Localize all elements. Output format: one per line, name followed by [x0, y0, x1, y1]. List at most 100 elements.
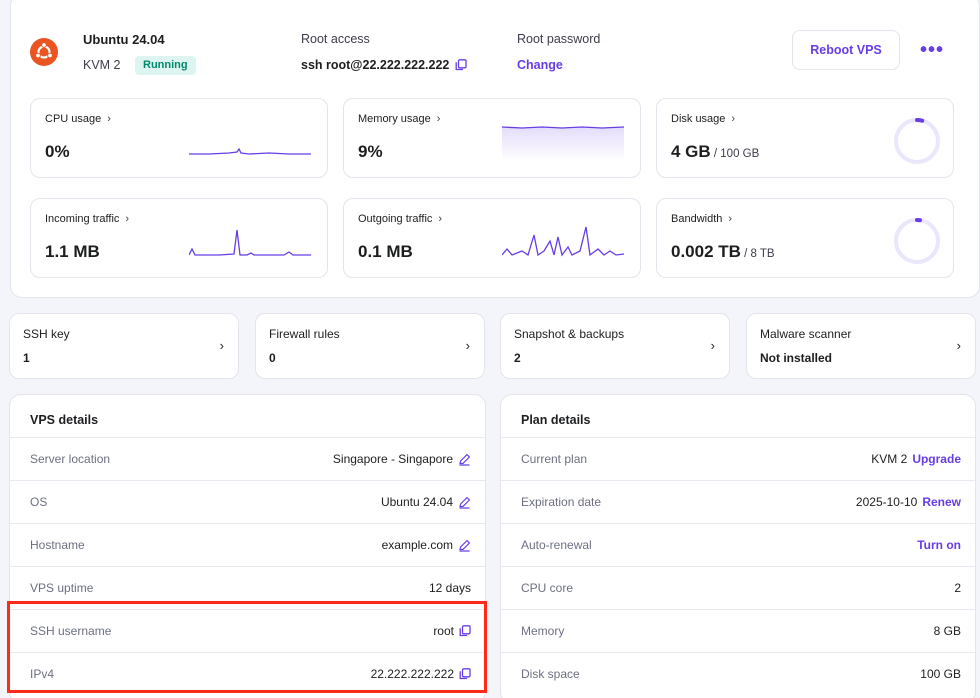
- cpu-sparkline: [189, 147, 311, 155]
- detail-row-server-location: Server location Singapore - Singapore: [10, 437, 485, 480]
- plan-value: KVM 2 Upgrade: [871, 452, 961, 466]
- plan-label: Auto-renewal: [521, 538, 592, 552]
- metric-outgoing-traffic[interactable]: Outgoing traffic › 0.1 MB: [343, 198, 641, 278]
- chevron-right-icon: ›: [465, 338, 470, 353]
- plan-row-cpu-core: CPU core 2: [501, 566, 975, 609]
- incoming-traffic-sparkline: [189, 229, 311, 256]
- quick-value: 2: [514, 351, 521, 365]
- chevron-right-icon: ›: [438, 213, 443, 225]
- plan-label: Disk space: [521, 667, 580, 681]
- memory-sparkline: [502, 126, 624, 161]
- edit-pencil-icon[interactable]: [458, 453, 471, 466]
- bandwidth-ring: [894, 218, 940, 264]
- renew-link[interactable]: Renew: [922, 495, 961, 509]
- plan-row-disk-space: Disk space 100 GB: [501, 652, 975, 695]
- plan-label: CPU core: [521, 581, 574, 595]
- more-options-icon[interactable]: •••: [912, 30, 952, 70]
- metric-label: Memory usage ›: [358, 113, 441, 125]
- plan-value: 2025-10-10 Renew: [855, 495, 961, 509]
- reboot-vps-button[interactable]: Reboot VPS: [792, 30, 900, 70]
- chevron-right-icon: ›: [219, 338, 224, 353]
- copy-icon[interactable]: [455, 59, 468, 71]
- detail-label: SSH username: [30, 624, 112, 638]
- os-name: Ubuntu 24.04: [83, 32, 165, 47]
- plan-label: Memory: [521, 624, 565, 638]
- metric-value: 0%: [45, 142, 70, 161]
- metric-cpu-usage[interactable]: CPU usage › 0%: [30, 98, 328, 178]
- chevron-right-icon: ›: [728, 213, 733, 225]
- plan-value: Turn on: [917, 538, 961, 552]
- ubuntu-logo-icon: [30, 38, 58, 66]
- chevron-right-icon: ›: [125, 213, 130, 225]
- quick-label: Malware scanner: [760, 327, 852, 341]
- metric-label: CPU usage ›: [45, 113, 111, 125]
- detail-row-os: OS Ubuntu 24.04: [10, 480, 485, 523]
- ssh-key-card[interactable]: SSH key 1 ›: [9, 313, 239, 379]
- detail-value: Ubuntu 24.04: [381, 495, 471, 509]
- metric-bandwidth[interactable]: Bandwidth › 0.002 TB / 8 TB: [656, 198, 954, 278]
- chevron-right-icon: ›: [107, 113, 111, 125]
- detail-label: OS: [30, 495, 48, 509]
- detail-row-ipv4: IPv4 22.222.222.222: [10, 652, 485, 695]
- detail-label: VPS uptime: [30, 581, 94, 595]
- copy-icon[interactable]: [459, 625, 471, 637]
- root-password-label: Root password: [517, 32, 601, 46]
- copy-icon[interactable]: [459, 668, 471, 680]
- metric-value: 0.002 TB / 8 TB: [671, 242, 775, 261]
- metric-disk-usage[interactable]: Disk usage › 4 GB / 100 GB: [656, 98, 954, 178]
- metric-incoming-traffic[interactable]: Incoming traffic › 1.1 MB: [30, 198, 328, 278]
- chevron-right-icon: ›: [956, 338, 961, 353]
- plan-details-title: Plan details: [521, 413, 591, 427]
- metric-memory-usage[interactable]: Memory usage › 9%: [343, 98, 641, 178]
- chevron-right-icon: ›: [731, 113, 736, 125]
- quick-value: 1: [23, 351, 30, 365]
- plan-row-expiration-date: Expiration date 2025-10-10 Renew: [501, 480, 975, 523]
- disk-usage-ring: [894, 118, 940, 164]
- detail-label: Hostname: [30, 538, 85, 552]
- change-password-link[interactable]: Change: [517, 58, 563, 72]
- plan-value: 2: [954, 581, 961, 595]
- root-access-label: Root access: [301, 32, 370, 46]
- plan-value: 100 GB: [920, 667, 961, 681]
- plan-label: Expiration date: [521, 495, 602, 509]
- plan-row-auto-renewal: Auto-renewal Turn on: [501, 523, 975, 566]
- root-access-command: ssh root@22.222.222.222: [301, 58, 450, 72]
- quick-label: Firewall rules: [269, 327, 340, 341]
- detail-label: IPv4: [30, 667, 55, 681]
- plan-row-current-plan: Current plan KVM 2 Upgrade: [501, 437, 975, 480]
- detail-value: root: [433, 624, 471, 638]
- plan-name: KVM 2: [83, 58, 121, 72]
- plan-row-memory: Memory 8 GB: [501, 609, 975, 652]
- plan-label: Current plan: [521, 452, 588, 466]
- edit-pencil-icon[interactable]: [458, 496, 471, 509]
- firewall-rules-card[interactable]: Firewall rules 0 ›: [255, 313, 485, 379]
- metric-value: 0.1 MB: [358, 242, 413, 261]
- chevron-right-icon: ›: [710, 338, 715, 353]
- detail-value: 12 days: [428, 581, 471, 595]
- detail-row-hostname: Hostname example.com: [10, 523, 485, 566]
- edit-pencil-icon[interactable]: [458, 539, 471, 552]
- chevron-right-icon: ›: [436, 113, 441, 125]
- vps-details-card: VPS details Server location Singapore - …: [9, 394, 486, 698]
- status-badge: Running: [135, 56, 196, 75]
- plan-value: 8 GB: [933, 624, 961, 638]
- root-access-value: ssh root@22.222.222.222: [301, 58, 468, 72]
- snapshot-backups-card[interactable]: Snapshot & backups 2 ›: [500, 313, 730, 379]
- detail-value: example.com: [382, 538, 471, 552]
- detail-value: 22.222.222.222: [371, 667, 471, 681]
- detail-value: Singapore - Singapore: [333, 452, 471, 466]
- upgrade-link[interactable]: Upgrade: [912, 452, 961, 466]
- detail-label: Server location: [30, 452, 111, 466]
- metric-label: Incoming traffic ›: [45, 213, 130, 225]
- detail-row-vps-uptime: VPS uptime 12 days: [10, 566, 485, 609]
- metric-value: 4 GB / 100 GB: [671, 142, 760, 161]
- metric-label: Outgoing traffic ›: [358, 213, 443, 225]
- quick-value: Not installed: [760, 351, 833, 365]
- metric-value: 1.1 MB: [45, 242, 100, 261]
- malware-scanner-card[interactable]: Malware scanner Not installed ›: [746, 313, 976, 379]
- metric-label: Bandwidth ›: [671, 213, 733, 225]
- quick-label: SSH key: [23, 327, 70, 341]
- turn-on-link[interactable]: Turn on: [917, 538, 961, 552]
- vps-details-title: VPS details: [30, 413, 99, 427]
- outgoing-traffic-sparkline: [502, 226, 624, 257]
